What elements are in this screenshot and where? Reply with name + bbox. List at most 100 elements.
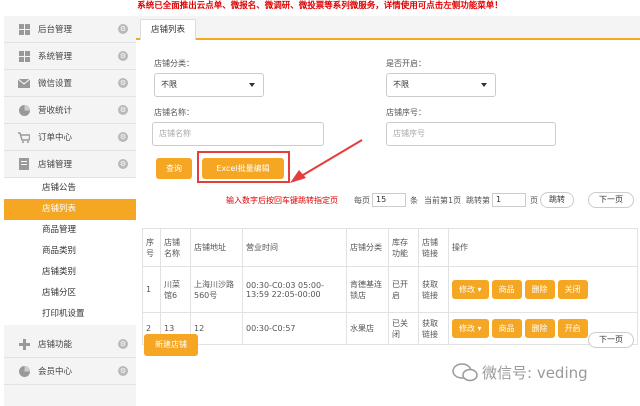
edit-button[interactable]: 修改 ▾ — [452, 280, 489, 299]
sidebar-item-revenue[interactable]: 营收统计 ⚙ — [4, 97, 136, 124]
highlight-box — [197, 151, 290, 183]
cell-stock: 已关闭 — [388, 312, 419, 345]
gear-icon[interactable]: ⚙ — [118, 105, 128, 115]
cell-hours: 00:30-C0:03 05:00-13:59 22:05-00:00 — [242, 266, 347, 313]
jump-hint: 输入数字后按回车键跳转指定页 — [226, 196, 338, 205]
submenu-item-store-zones[interactable]: 店铺分区 — [4, 283, 136, 304]
per-page-suffix: 条 — [410, 196, 418, 205]
products-button[interactable]: 商品 — [491, 319, 522, 338]
grid-icon — [18, 23, 30, 35]
open-status-select-value: 不限 — [393, 80, 409, 89]
gear-icon[interactable]: ⚙ — [118, 339, 128, 349]
cell-stock: 已开启 — [388, 266, 419, 313]
sidebar-item-store-functions[interactable]: 店铺功能 ⚙ — [4, 331, 136, 358]
column-header: 店铺链接 — [418, 228, 449, 267]
store-name-link[interactable]: 川菜馆6 — [160, 266, 191, 313]
column-header: 操作 — [448, 228, 638, 267]
delete-button[interactable]: 删除 — [524, 280, 555, 299]
gear-icon[interactable]: ⚙ — [118, 159, 128, 169]
column-header: 营业时间 — [242, 228, 347, 267]
sidebar-item-label: 订单中心 — [38, 133, 73, 143]
submenu-item-store-categories[interactable]: 店铺类别 — [4, 262, 136, 283]
submenu-item-store-list[interactable]: 店铺列表 — [4, 199, 136, 220]
sidebar-item-members[interactable]: 会员中心 ⚙ — [4, 358, 136, 385]
delete-button[interactable]: 删除 — [524, 319, 555, 338]
submenu-item-announcement[interactable]: 店铺公告 — [4, 178, 136, 199]
cell-actions: 修改 ▾ 商品 删除 关闭 — [448, 266, 638, 313]
wechat-logo-icon — [452, 363, 478, 382]
store-name-label: 店铺名称： — [154, 108, 194, 117]
column-header: 库存功能 — [388, 228, 419, 267]
bottom-next-page-button[interactable]: 下一页 — [588, 332, 634, 348]
cell-category: 水果店 — [346, 312, 389, 345]
per-page-prefix: 每页 — [354, 196, 370, 205]
search-button[interactable]: 查询 — [156, 158, 192, 179]
sidebar-item-admin[interactable]: 后台管理 ⚙ — [4, 16, 136, 43]
caret-down-icon — [249, 83, 255, 87]
sidebar-item-label: 店铺管理 — [38, 160, 73, 170]
gear-icon[interactable]: ⚙ — [118, 24, 128, 34]
sidebar-item-label: 系统管理 — [38, 52, 73, 62]
store-order-input[interactable]: 店铺序号 — [386, 122, 556, 146]
column-header: 店铺地址 — [190, 228, 243, 267]
store-submenu: 店铺公告 店铺列表 商品管理 商品类别 店铺类别 店铺分区 打印机设置 — [4, 178, 136, 325]
new-store-button[interactable]: 新建店铺 — [144, 334, 198, 356]
cell-address: 上海川沙路560号 — [190, 266, 243, 313]
sidebar-item-stores[interactable]: 店铺管理 ⚙ — [4, 151, 136, 178]
products-button[interactable]: 商品 — [491, 280, 522, 299]
main-content: 店铺列表 店铺分类： 不限 是否开启： 不限 店铺名称： 店铺名称 店铺序号： … — [136, 16, 640, 406]
jump-page-input[interactable]: 1 — [492, 193, 526, 207]
gear-icon[interactable]: ⚙ — [118, 132, 128, 142]
sidebar: 后台管理 ⚙ 系统管理 ⚙ 微信设置 ⚙ 营收统计 ⚙ 订单中心 ⚙ 店铺管理 … — [4, 16, 136, 406]
get-link[interactable]: 获取链接 — [418, 266, 449, 313]
submenu-item-product-categories[interactable]: 商品类别 — [4, 241, 136, 262]
document-icon — [18, 158, 30, 170]
sidebar-item-label: 后台管理 — [38, 25, 73, 35]
get-link[interactable]: 获取链接 — [418, 312, 449, 345]
sidebar-item-wechat[interactable]: 微信设置 ⚙ — [4, 70, 136, 97]
jump-suffix: 页 — [530, 196, 538, 205]
tab-bar: 店铺列表 — [136, 16, 640, 40]
sidebar-item-label: 微信设置 — [38, 79, 73, 89]
store-order-label: 店铺序号： — [386, 108, 426, 117]
next-page-button[interactable]: 下一页 — [588, 192, 634, 208]
table-row: 2 13 12 00:30-C0:57 水果店 已关闭 获取链接 修改 ▾ 商品删… — [142, 312, 638, 345]
caret-down-icon — [481, 83, 487, 87]
submenu-item-printer[interactable]: 打印机设置 — [4, 304, 136, 325]
open-status-label: 是否开启： — [386, 59, 426, 68]
pie-chart-icon — [18, 365, 30, 377]
jump-button[interactable]: 跳转 — [540, 192, 574, 208]
open-status-select[interactable]: 不限 — [386, 73, 496, 97]
cell-id: 1 — [142, 266, 161, 313]
sidebar-item-label: 营收统计 — [38, 106, 73, 116]
sidebar-item-label: 会员中心 — [38, 367, 73, 377]
watermark: 微信号: veding — [452, 358, 622, 386]
annotation-arrow-icon — [290, 139, 363, 183]
sidebar-item-orders[interactable]: 订单中心 ⚙ — [4, 124, 136, 151]
table-row: 1 川菜馆6 上海川沙路560号 00:30-C0:03 05:00-13:59… — [142, 266, 638, 313]
announcement-banner: 系统已全面推出云点单、微报名、微调研、微投票等系列微服务，详情使用可点击左侧功能… — [137, 1, 503, 11]
sidebar-item-label: 店铺功能 — [38, 340, 73, 350]
plus-icon — [18, 338, 30, 350]
gear-icon[interactable]: ⚙ — [118, 366, 128, 376]
gear-icon[interactable]: ⚙ — [118, 78, 128, 88]
category-select[interactable]: 不限 — [154, 73, 264, 97]
sidebar-item-system[interactable]: 系统管理 ⚙ — [4, 43, 136, 70]
cart-icon — [18, 131, 30, 143]
watermark-text: 微信号: veding — [482, 363, 588, 382]
close-store-button[interactable]: 关闭 — [557, 280, 588, 299]
column-header: 店铺名称 — [160, 228, 191, 267]
table-header-row: 序号 店铺名称 店铺地址 营业时间 店铺分类 库存功能 店铺链接 操作 — [142, 228, 638, 267]
grid-icon — [18, 50, 30, 62]
column-header: 序号 — [142, 228, 161, 267]
pie-chart-icon — [18, 104, 30, 116]
submenu-item-products[interactable]: 商品管理 — [4, 220, 136, 241]
per-page-input[interactable]: 15 — [372, 193, 406, 207]
edit-button[interactable]: 修改 ▾ — [452, 319, 489, 338]
gear-icon[interactable]: ⚙ — [118, 51, 128, 61]
cell-address: 12 — [190, 312, 243, 345]
open-store-button[interactable]: 开启 — [557, 319, 588, 338]
category-label: 店铺分类： — [154, 59, 194, 68]
jump-prefix: 跳转第 — [466, 196, 490, 205]
tab-store-list[interactable]: 店铺列表 — [140, 19, 197, 40]
